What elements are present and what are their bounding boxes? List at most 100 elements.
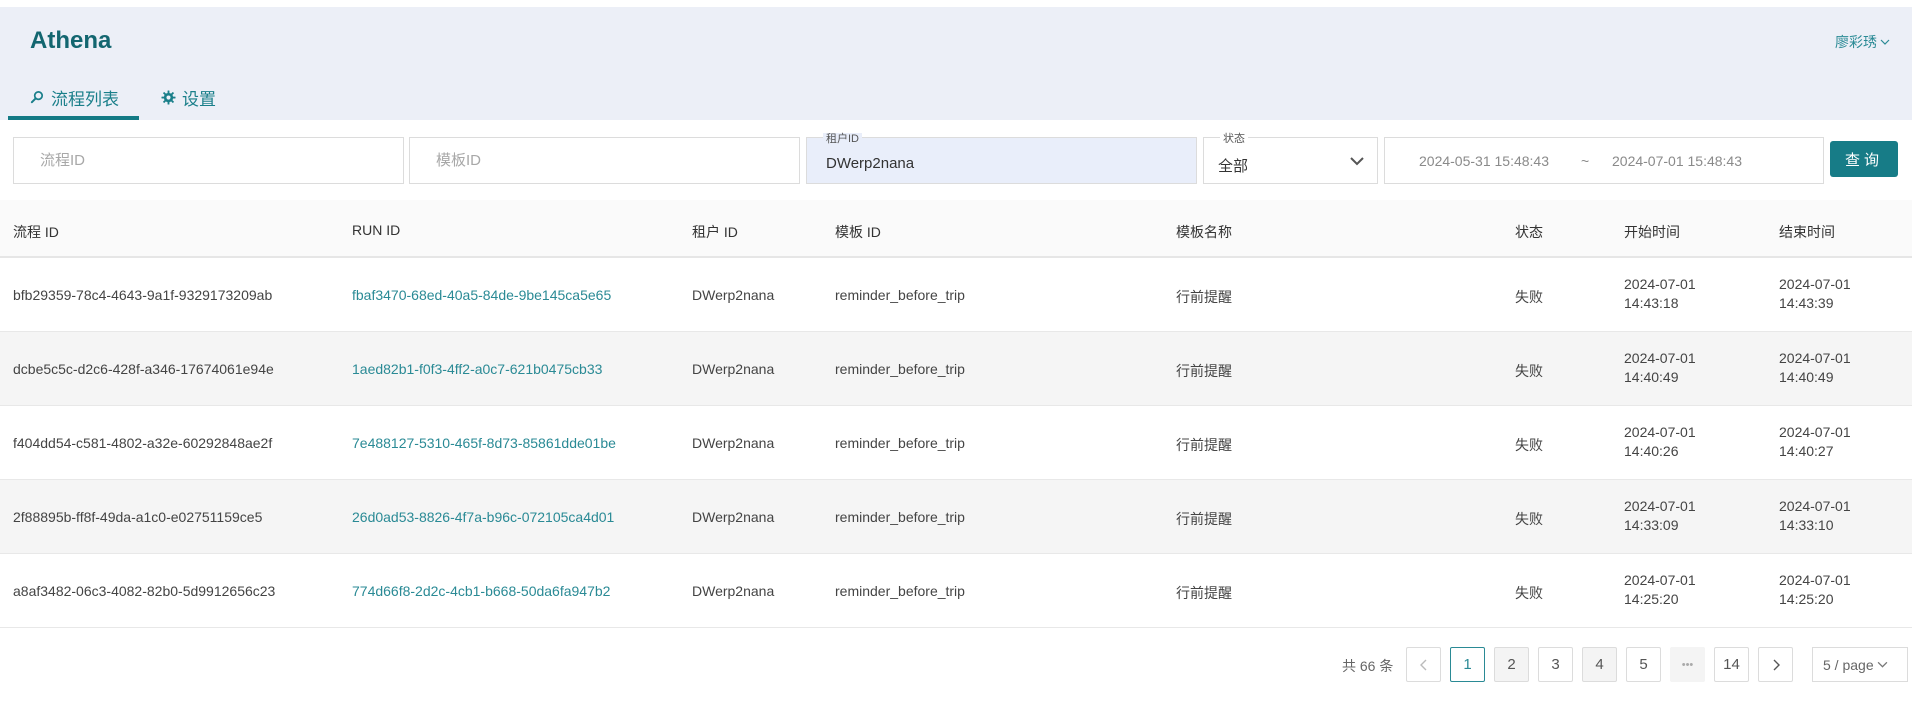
query-button[interactable]: 查询 [1830,141,1898,177]
cell-start-time: 2024-07-01 14:25:20 [1624,572,1696,607]
table-row: 2f88895b-ff8f-49da-a1c0-e02751159ce5 26d… [0,480,1912,554]
filter-bar: 租户ID 状态 全部 2024-05-31 15:48:43 ~ 2024-07… [0,133,1912,184]
col-run-id: RUN ID [352,222,401,238]
gear-icon [161,90,176,105]
page-14-button[interactable]: 14 [1714,647,1749,682]
cell-template-name: 行前提醒 [1176,289,1232,305]
page-size-select[interactable]: 5 / page [1812,647,1908,682]
table-row: dcbe5c5c-d2c6-428f-a346-17674061e94e 1ae… [0,332,1912,406]
status-select[interactable]: 状态 全部 [1203,133,1378,184]
status-value: 全部 [1218,158,1249,175]
total-count: 共 66 条 [1342,658,1394,674]
cell-template-id: reminder_before_trip [835,435,965,451]
status-label: 状态 [1220,133,1248,145]
cell-run-id-link[interactable]: 774d66f8-2d2c-4cb1-b668-50da6fa947b2 [352,583,610,599]
cell-end-time: 2024-07-01 14:43:39 [1779,276,1851,311]
cell-status: 失败 [1515,585,1543,601]
cell-template-id: reminder_before_trip [835,287,965,303]
cell-template-name: 行前提醒 [1176,511,1232,527]
page-3-button[interactable]: 3 [1538,647,1573,682]
page-ellipsis[interactable]: ••• [1670,647,1705,682]
date-range-picker[interactable]: 2024-05-31 15:48:43 ~ 2024-07-01 15:48:4… [1384,137,1824,184]
chevron-left-icon [1419,659,1426,670]
page-2-button[interactable]: 2 [1494,647,1529,682]
template-id-input[interactable] [410,138,799,183]
tab-process-list[interactable]: 流程列表 [8,75,139,120]
cell-end-time: 2024-07-01 14:33:10 [1779,498,1851,533]
cell-template-name: 行前提醒 [1176,363,1232,379]
tab-label: 流程列表 [51,90,119,109]
page-1-button[interactable]: 1 [1450,647,1485,682]
process-table: 流程 ID RUN ID 租户 ID 模板 ID 模板名称 状态 开始时间 结束… [0,200,1912,628]
cell-end-time: 2024-07-01 14:25:20 [1779,572,1851,607]
tab-settings[interactable]: 设置 [139,75,236,120]
pagination: 共 66 条 1 2 3 4 5 ••• 14 5 / page [0,645,1912,683]
chevron-down-icon [1877,661,1887,668]
cell-start-time: 2024-07-01 14:40:26 [1624,424,1696,459]
table-row: a8af3482-06c3-4082-82b0-5d9912656c23 774… [0,554,1912,628]
page-size-value: 5 / page [1823,656,1874,673]
prev-page-button[interactable] [1406,647,1441,682]
col-end-time: 结束时间 [1779,224,1835,240]
cell-run-id-link[interactable]: 26d0ad53-8826-4f7a-b96c-072105ca4d01 [352,509,614,525]
date-separator: ~ [1581,153,1590,169]
table-row: f404dd54-c581-4802-a32e-60292848ae2f 7e4… [0,406,1912,480]
col-template-name: 模板名称 [1176,224,1232,240]
cell-process-id: dcbe5c5c-d2c6-428f-a346-17674061e94e [13,361,274,377]
cell-process-id: 2f88895b-ff8f-49da-a1c0-e02751159ce5 [13,509,263,525]
cell-tenant-id: DWerp2nana [692,435,775,451]
chevron-right-icon [1773,659,1780,670]
col-tenant-id: 租户 ID [692,224,738,240]
tenant-id-label: 租户ID [823,133,862,145]
date-end[interactable]: 2024-07-01 15:48:43 [1612,153,1742,169]
cell-template-id: reminder_before_trip [835,583,965,599]
cell-tenant-id: DWerp2nana [692,361,775,377]
cell-run-id-link[interactable]: 7e488127-5310-465f-8d73-85861dde01be [352,435,616,451]
cell-status: 失败 [1515,289,1543,305]
date-start[interactable]: 2024-05-31 15:48:43 [1419,153,1549,169]
user-menu[interactable]: 廖彩琇 [1835,32,1890,52]
chevron-down-icon [1350,157,1364,166]
cell-run-id-link[interactable]: fbaf3470-68ed-40a5-84de-9be145ca5e65 [352,287,611,303]
cell-process-id: bfb29359-78c4-4643-9a1f-9329173209ab [13,287,273,303]
process-id-field[interactable] [13,137,404,184]
col-template-id: 模板 ID [835,224,881,240]
cell-process-id: f404dd54-c581-4802-a32e-60292848ae2f [13,435,273,451]
table-header: 流程 ID RUN ID 租户 ID 模板 ID 模板名称 状态 开始时间 结束… [0,200,1912,258]
cell-tenant-id: DWerp2nana [692,509,775,525]
table-row: bfb29359-78c4-4643-9a1f-9329173209ab fba… [0,258,1912,332]
app-header: Athena 廖彩琇 流程列表 设置 [0,7,1912,120]
cell-start-time: 2024-07-01 14:40:49 [1624,350,1696,385]
col-status: 状态 [1515,224,1543,240]
app-logo: Athena [30,27,112,54]
cell-status: 失败 [1515,437,1543,453]
cell-run-id-link[interactable]: 1aed82b1-f0f3-4ff2-a0c7-621b0475cb33 [352,361,602,377]
tenant-id-input[interactable] [807,138,1196,183]
cell-template-name: 行前提醒 [1176,585,1232,601]
cell-status: 失败 [1515,511,1543,527]
cell-template-id: reminder_before_trip [835,361,965,377]
col-process-id: 流程 ID [13,224,59,240]
template-id-field[interactable] [409,137,800,184]
tab-label: 设置 [182,90,216,109]
cell-tenant-id: DWerp2nana [692,287,775,303]
search-icon [30,91,44,104]
page-5-button[interactable]: 5 [1626,647,1661,682]
user-name: 廖彩琇 [1835,34,1877,50]
next-page-button[interactable] [1758,647,1793,682]
cell-start-time: 2024-07-01 14:33:09 [1624,498,1696,533]
col-start-time: 开始时间 [1624,224,1680,240]
cell-template-name: 行前提醒 [1176,437,1232,453]
page-4-button[interactable]: 4 [1582,647,1617,682]
process-id-input[interactable] [14,138,403,183]
tenant-id-field[interactable]: 租户ID [806,133,1197,184]
chevron-down-icon [1880,39,1890,45]
nav-tabs: 流程列表 设置 [8,75,236,120]
cell-status: 失败 [1515,363,1543,379]
cell-start-time: 2024-07-01 14:43:18 [1624,276,1696,311]
cell-process-id: a8af3482-06c3-4082-82b0-5d9912656c23 [13,583,276,599]
cell-template-id: reminder_before_trip [835,509,965,525]
cell-end-time: 2024-07-01 14:40:27 [1779,424,1851,459]
cell-end-time: 2024-07-01 14:40:49 [1779,350,1851,385]
cell-tenant-id: DWerp2nana [692,583,775,599]
